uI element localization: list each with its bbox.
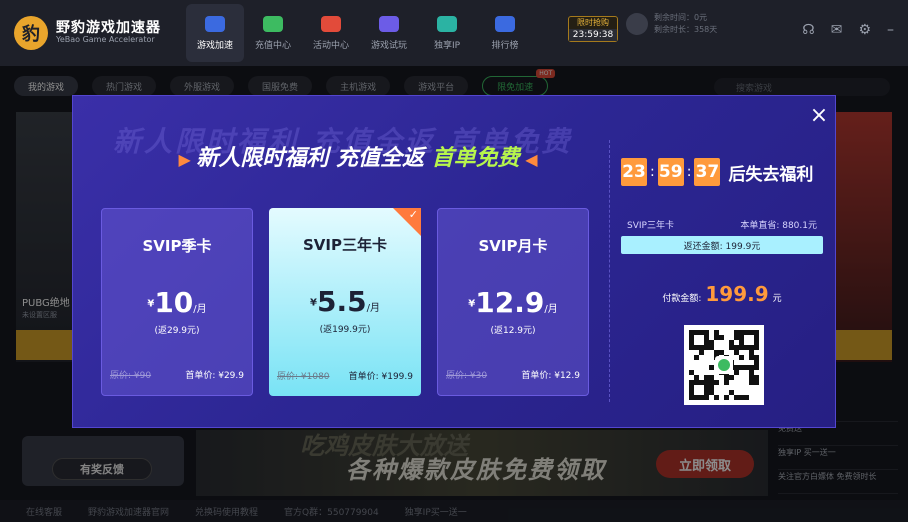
gamepad-icon	[205, 15, 225, 32]
play-icon	[379, 15, 399, 32]
app-window: 豹 野豹游戏加速器 YeBao Game Accelerator 游戏加速 充值…	[0, 0, 908, 522]
check-icon: ✓	[408, 208, 418, 221]
countdown-hours: 23	[621, 158, 647, 186]
offer-countdown: 23: 59: 37 后失去福利	[621, 158, 813, 186]
tab-exclusive-ip[interactable]: 独享IP	[418, 4, 476, 62]
close-icon: ×	[809, 102, 829, 128]
modal-headline: ▶ 新人限时福利 充值全返 首单免费 ◀	[178, 146, 538, 171]
newbie-offer-modal: 新人限时福利 充值全返 首单免费 × ▶ 新人限时福利 充值全返 首单免费 ◀ …	[72, 95, 836, 428]
window-controls: ☊ ✉ ⚙ –	[802, 22, 894, 38]
plan-card-quarter[interactable]: SVIP季卡 ¥10/月 (返29.9元) 原价: ¥90 首单价: ¥29.9	[101, 208, 253, 396]
tab-recharge[interactable]: 充值中心	[244, 4, 302, 62]
app-name: 野豹游戏加速器	[56, 19, 161, 36]
qr-module	[754, 395, 759, 400]
tab-ranking[interactable]: 排行榜	[476, 4, 534, 62]
countdown-minutes: 59	[657, 158, 684, 186]
gear-icon[interactable]: ⚙	[858, 22, 871, 38]
payment-amount: 付款金额: 199.9 元	[662, 282, 782, 306]
headset-icon[interactable]: ☊	[802, 22, 814, 38]
user-balance: 剩余时间：0元	[654, 13, 708, 22]
divider	[609, 140, 610, 402]
selected-plan-name: SVIP三年卡	[627, 221, 674, 231]
gift-icon	[321, 15, 341, 32]
minimize-icon[interactable]: –	[887, 22, 894, 38]
user-panel[interactable]: 剩余时间：0元 剩余时长：358天	[626, 12, 717, 36]
tab-events[interactable]: 活动中心	[302, 4, 360, 62]
main-nav: 游戏加速 充值中心 活动中心 游戏试玩 独享IP 排行榜	[186, 4, 534, 62]
avatar[interactable]	[626, 13, 648, 35]
arrow-left-icon: ◀	[519, 150, 538, 169]
top-bar: 豹 野豹游戏加速器 YeBao Game Accelerator 游戏加速 充值…	[0, 0, 908, 66]
user-time-left: 剩余时长：358天	[654, 25, 718, 34]
plan-card-month[interactable]: SVIP月卡 ¥12.9/月 (返12.9元) 原价: ¥30 首单价: ¥12.…	[437, 208, 589, 396]
countdown-label: 后失去福利	[728, 164, 814, 185]
order-summary: SVIP三年卡 本单直省: 880.1元 返还金额: 199.9元	[621, 218, 823, 254]
close-button[interactable]: ×	[802, 98, 835, 132]
chart-icon	[495, 15, 515, 32]
tab-game-accelerate[interactable]: 游戏加速	[186, 4, 244, 62]
flash-sale-badge[interactable]: 限时抢购 23:59:38	[568, 16, 618, 42]
plan-card-three-year[interactable]: ✓ SVIP三年卡 ¥5.5/月 (返199.9元) 原价: ¥1080 首单价:…	[269, 208, 421, 396]
app-logo: 豹 野豹游戏加速器 YeBao Game Accelerator	[14, 16, 184, 50]
wechat-pay-icon	[715, 356, 733, 374]
leopard-logo-icon: 豹	[14, 16, 48, 50]
flash-sale-countdown: 23:59:38	[569, 29, 617, 41]
ip-icon	[437, 15, 457, 32]
wallet-icon	[263, 15, 283, 32]
tab-trial[interactable]: 游戏试玩	[360, 4, 418, 62]
app-name-en: YeBao Game Accelerator	[56, 35, 155, 45]
arrow-right-icon: ▶	[178, 150, 197, 169]
refund-amount: 返还金额: 199.9元	[621, 236, 823, 254]
saving-amount: 本单直省: 880.1元	[740, 221, 817, 231]
countdown-seconds: 37	[694, 158, 721, 186]
mail-icon[interactable]: ✉	[831, 22, 843, 38]
payment-qr-code[interactable]	[684, 325, 764, 405]
